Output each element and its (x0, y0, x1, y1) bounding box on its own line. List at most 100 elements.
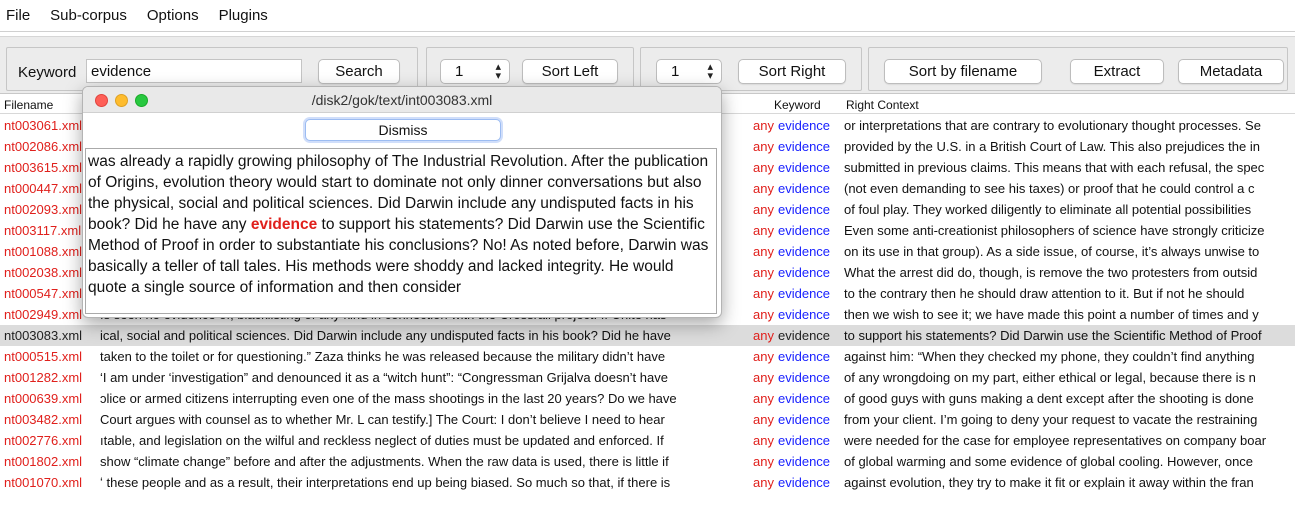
header-right-context[interactable]: Right Context (846, 98, 919, 112)
sort-right-button[interactable]: Sort Right (738, 59, 846, 84)
row-left-context: ‘I am under ‘investigation” and denounce… (100, 370, 682, 385)
metadata-button[interactable]: Metadata (1178, 59, 1284, 84)
row-left-context-text: ical, social and political sciences. Did… (100, 328, 671, 343)
row-right-context: Even some anti-creationist philosophers … (844, 223, 1265, 238)
table-row[interactable]: nt001802.xml show “climate change” before… (0, 451, 1295, 472)
header-keyword[interactable]: Keyword (774, 98, 821, 112)
table-row[interactable]: nt000639.xml ɔlice or armed citizens inte… (0, 388, 1295, 409)
row-filename: nt003482.xml (4, 412, 83, 427)
row-right-context: were needed for the case for employee re… (844, 433, 1267, 448)
spinner-arrows-icon[interactable]: ▴ ▾ (495, 62, 501, 82)
row-right-context: to the contrary then he should draw atte… (844, 286, 1245, 301)
row-keyword: evidence (778, 265, 831, 280)
row-node-word: any (753, 349, 774, 364)
row-keyword: evidence (778, 118, 831, 133)
row-right-context: from your client. I’m going to deny your… (844, 412, 1258, 427)
menu-plugins[interactable]: Plugins (219, 7, 268, 24)
row-keyword: evidence (778, 349, 831, 364)
row-right-context: (not even demanding to see his taxes) or… (844, 181, 1255, 196)
row-keyword: evidence (778, 139, 831, 154)
row-right-context: to support his statements? Did Darwin us… (844, 328, 1262, 343)
row-filename: nt003083.xml (4, 328, 83, 343)
extract-button[interactable]: Extract (1070, 59, 1164, 84)
dialog-titlebar[interactable]: /disk2/gok/text/int003083.xml (83, 87, 721, 113)
search-button[interactable]: Search (318, 59, 400, 84)
sort-left-value: 1 (455, 63, 464, 80)
row-keyword: evidence (778, 181, 831, 196)
row-left-context-text: Court argues with counsel as to whether … (100, 412, 665, 427)
row-right-context: of foul play. They worked diligently to … (844, 202, 1252, 217)
header-filename[interactable]: Filename (4, 98, 53, 112)
dialog-text-area[interactable]: was already a rapidly growing philosophy… (85, 148, 717, 314)
row-keyword: evidence (778, 412, 831, 427)
row-node-word: any (753, 328, 774, 343)
table-row[interactable]: nt001070.xml ʻ these people and as a resu… (0, 472, 1295, 493)
dismiss-button[interactable]: Dismiss (305, 119, 501, 141)
row-right-context: against evolution, they try to make it f… (844, 475, 1254, 490)
menu-sub-corpus[interactable]: Sub-corpus (50, 7, 127, 24)
sort-left-spinner[interactable]: 1 ▴ ▾ (440, 59, 510, 84)
sort-left-button[interactable]: Sort Left (522, 59, 618, 84)
row-left-context-text: ıtable, and legislation on the wilful an… (100, 433, 664, 448)
row-node-word: any (753, 433, 774, 448)
row-keyword: evidence (778, 223, 831, 238)
row-left-context-text: taken to the toilet or for questioning.”… (100, 349, 666, 364)
row-node-word: any (753, 391, 774, 406)
row-right-context: against him: “When they checked my phone… (844, 349, 1255, 364)
row-keyword: evidence (778, 454, 831, 469)
row-node-word: any (753, 412, 774, 427)
row-right-context: or interpretations that are contrary to … (844, 118, 1261, 133)
row-keyword: evidence (778, 307, 831, 322)
row-right-context: on its use in that group). As a side iss… (844, 244, 1260, 259)
row-left-context: ical, social and political sciences. Did… (100, 328, 682, 343)
keyword-label: Keyword (18, 64, 77, 81)
sort-right-value: 1 (671, 63, 680, 80)
row-keyword: evidence (778, 286, 831, 301)
row-left-context: ɔlice or armed citizens interrupting eve… (100, 391, 682, 406)
table-row[interactable]: nt000515.xml taken to the toilet or for q… (0, 346, 1295, 367)
sort-right-spinner[interactable]: 1 ▴ ▾ (656, 59, 722, 84)
menubar: File Sub-corpus Options Plugins (0, 0, 1295, 32)
row-filename: nt001070.xml (4, 475, 83, 490)
row-left-context-text: show “climate change” before and after t… (100, 454, 669, 469)
row-left-context-text: ʻ these people and as a result, their in… (100, 475, 671, 490)
row-left-context: taken to the toilet or for questioning.”… (100, 349, 682, 364)
row-keyword: evidence (778, 391, 831, 406)
row-filename: nt000639.xml (4, 391, 83, 406)
row-node-word: any (753, 454, 774, 469)
table-row[interactable]: nt003083.xml ical, social and political s… (0, 325, 1295, 346)
row-filename: nt001282.xml (4, 370, 83, 385)
row-node-word: any (753, 475, 774, 490)
row-left-context: ıtable, and legislation on the wilful an… (100, 433, 682, 448)
row-right-context: of any wrongdoing on my part, either eth… (844, 370, 1256, 385)
row-left-context: Court argues with counsel as to whether … (100, 412, 682, 427)
row-left-context-text: ɔlice or armed citizens interrupting eve… (100, 391, 677, 406)
spinner-arrows-icon[interactable]: ▴ ▾ (707, 62, 713, 82)
dialog-title: /disk2/gok/text/int003083.xml (311, 92, 493, 108)
row-keyword: evidence (778, 433, 831, 448)
row-keyword: evidence (778, 328, 831, 343)
keyword-input[interactable] (86, 59, 302, 83)
row-keyword: evidence (778, 244, 831, 259)
table-row[interactable]: nt002776.xml ıtable, and legislation on t… (0, 430, 1295, 451)
row-keyword: evidence (778, 160, 831, 175)
row-left-context: show “climate change” before and after t… (100, 454, 682, 469)
row-keyword: evidence (778, 202, 831, 217)
row-filename: nt000515.xml (4, 349, 83, 364)
dialog-text-highlight: evidence (250, 216, 318, 233)
row-keyword: evidence (778, 475, 831, 490)
row-right-context: provided by the U.S. in a British Court … (844, 139, 1260, 154)
row-right-context: of good guys with guns making a dent exc… (844, 391, 1254, 406)
table-row[interactable]: nt003482.xml Court argues with counsel as… (0, 409, 1295, 430)
row-left-context-text: ‘I am under ‘investigation” and denounce… (100, 370, 668, 385)
context-dialog: /disk2/gok/text/int003083.xml Dismiss wa… (82, 86, 722, 318)
menu-options[interactable]: Options (147, 7, 199, 24)
concordance-window: File Sub-corpus Options Plugins Keyword … (0, 0, 1295, 515)
row-keyword: evidence (778, 370, 831, 385)
row-right-context: then we wish to see it; we have made thi… (844, 307, 1259, 322)
menu-file[interactable]: File (6, 7, 30, 24)
sort-by-filename-button[interactable]: Sort by filename (884, 59, 1042, 84)
row-filename: nt001802.xml (4, 454, 83, 469)
row-left-context: ʻ these people and as a result, their in… (100, 475, 682, 490)
table-row[interactable]: nt001282.xml ‘I am under ‘investigation” … (0, 367, 1295, 388)
